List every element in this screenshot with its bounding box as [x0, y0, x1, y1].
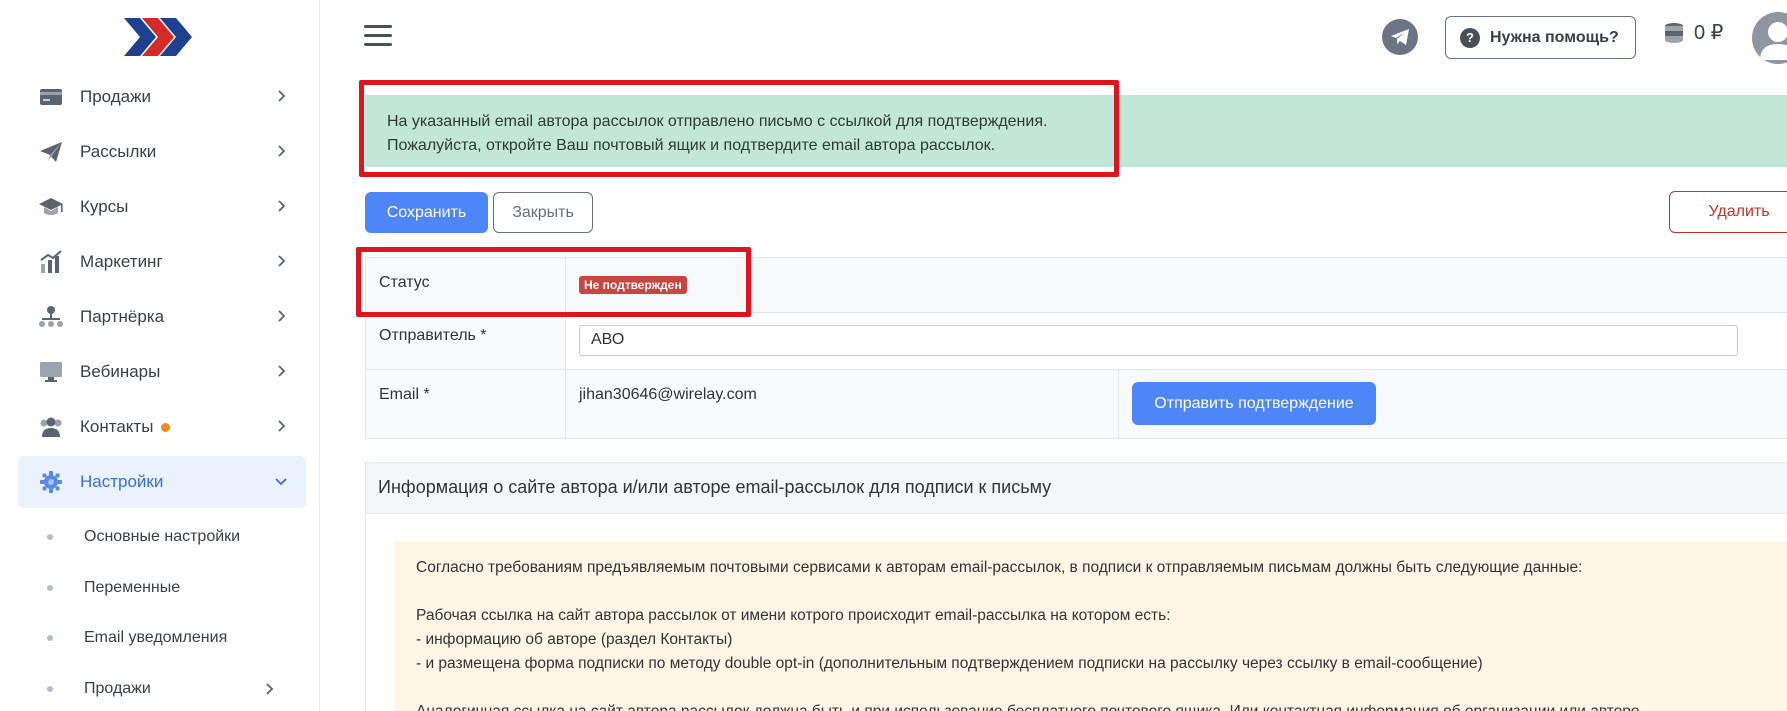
logo[interactable]: [122, 14, 192, 60]
submenu-item-label: Email уведомления: [84, 629, 228, 646]
question-icon: ?: [1460, 27, 1480, 48]
info-notice: Согласно требованиям предъявляемым почто…: [394, 542, 1787, 711]
info-panel: Информация о сайте автора и/или авторе e…: [365, 462, 1787, 711]
chevron-right-icon: [266, 683, 274, 695]
sidebar-item-marketing[interactable]: Маркетинг: [18, 236, 306, 288]
email-value: jihan30646@wirelay.com: [566, 370, 1119, 438]
status-row: Статус Не подтвержден: [366, 258, 1787, 313]
chevron-right-icon: [278, 90, 286, 102]
chevron-right-icon: [278, 145, 286, 157]
chevron-right-icon: [278, 420, 286, 432]
send-confirmation-button[interactable]: Отправить подтверждение: [1132, 382, 1376, 425]
submenu-item-label: Основные настройки: [84, 528, 241, 545]
balance-value: 0 ₽: [1694, 22, 1724, 44]
sidebar-item-settings[interactable]: Настройки: [18, 456, 306, 508]
submenu-item-label: Переменные: [84, 579, 181, 596]
gear-icon: [38, 469, 64, 495]
chevron-right-icon: [278, 365, 286, 377]
status-cell: Не подтвержден: [566, 258, 700, 312]
delete-button[interactable]: Удалить: [1669, 191, 1787, 233]
info-paragraph: Рабочая ссылка на сайт автора рассылок о…: [416, 607, 1171, 624]
chart-icon: [38, 249, 64, 275]
sender-row: Отправитель * АВО: [366, 313, 1787, 370]
help-button[interactable]: ? Нужна помощь?: [1445, 16, 1636, 59]
sidebar-item-sales[interactable]: Продажи: [18, 71, 306, 123]
sidebar-item-label: Партнёрка: [80, 307, 165, 326]
bullet: [47, 686, 53, 692]
sidebar-item-label: Продажи: [80, 87, 151, 106]
submenu-item-email-notifications[interactable]: Email уведомления: [18, 613, 306, 663]
paper-plane-icon: [38, 139, 64, 165]
card-icon: [38, 84, 64, 110]
status-badge: Не подтвержден: [579, 276, 687, 294]
menu-toggle-icon[interactable]: [364, 25, 392, 49]
sidebar-item-label: Курсы: [80, 197, 129, 216]
status-label: Статус: [366, 258, 566, 312]
close-button[interactable]: Закрыть: [493, 192, 593, 233]
chevron-right-icon: [278, 255, 286, 267]
email-label: Email *: [366, 370, 566, 438]
sidebar-item-label: Вебинары: [80, 362, 161, 381]
info-paragraph: - информацию об авторе (раздел Контакты): [416, 631, 733, 648]
sidebar-item-label: Настройки: [80, 472, 164, 491]
email-row: Email * jihan30646@wirelay.com Отправить…: [366, 370, 1787, 438]
sidebar: Продажи Рассылки Курсы Маркетинг Партнёр…: [0, 0, 320, 711]
info-paragraph: Аналогичная ссылка на сайт автора рассыл…: [416, 700, 1782, 711]
bullet: [47, 534, 53, 540]
partners-icon: [38, 304, 64, 330]
alert-line-2: Пожалуйста, откройте Ваш почтовый ящик и…: [387, 137, 996, 154]
monitor-icon: [38, 359, 64, 385]
notification-dot: [161, 422, 171, 432]
sender-input[interactable]: АВО: [579, 325, 1738, 356]
sidebar-item-label: Контакты: [80, 417, 154, 436]
author-form: Статус Не подтвержден Отправитель * АВО …: [365, 257, 1787, 439]
info-paragraph: Согласно требованиям предъявляемым почто…: [416, 559, 1583, 576]
sidebar-item-mailings[interactable]: Рассылки: [18, 126, 306, 178]
chevron-right-icon: [278, 310, 286, 322]
alert-line-1: На указанный email автора рассылок отпра…: [387, 113, 1048, 130]
sidebar-item-label: Маркетинг: [80, 252, 163, 271]
sidebar-item-courses[interactable]: Курсы: [18, 181, 306, 233]
sidebar-item-contacts[interactable]: Контакты: [18, 401, 306, 453]
bullet: [47, 635, 53, 641]
submenu-item-variables[interactable]: Переменные: [18, 563, 306, 613]
save-button[interactable]: Сохранить: [365, 192, 488, 233]
panel-title: Информация о сайте автора и/или авторе e…: [366, 463, 1787, 514]
chevron-right-icon: [278, 200, 286, 212]
avatar[interactable]: [1752, 12, 1787, 64]
sidebar-item-partners[interactable]: Партнёрка: [18, 291, 306, 343]
sidebar-item-label: Рассылки: [80, 142, 157, 161]
bullet: [47, 585, 53, 591]
submenu-item-main-settings[interactable]: Основные настройки: [18, 512, 306, 562]
chevron-down-icon: [275, 478, 287, 486]
graduation-cap-icon: [38, 194, 64, 220]
submenu-item-label: Продажи: [84, 680, 151, 697]
balance[interactable]: 0 ₽: [1662, 20, 1723, 45]
sender-label: Отправитель *: [366, 313, 566, 369]
coins-icon: [1665, 22, 1683, 43]
telegram-icon[interactable]: [1382, 19, 1418, 55]
sidebar-nav: Продажи Рассылки Курсы Маркетинг Партнёр…: [18, 71, 306, 511]
send-cell: Отправить подтверждение: [1119, 370, 1389, 438]
success-alert: На указанный email автора рассылок отпра…: [365, 95, 1787, 167]
info-paragraph: - и размещена форма подписки по методу d…: [416, 655, 1483, 672]
sidebar-item-webinars[interactable]: Вебинары: [18, 346, 306, 398]
help-label: Нужна помощь?: [1490, 28, 1619, 46]
sender-cell: АВО: [566, 313, 1751, 369]
contacts-icon: [38, 414, 64, 440]
submenu-item-sales[interactable]: Продажи: [18, 664, 306, 711]
